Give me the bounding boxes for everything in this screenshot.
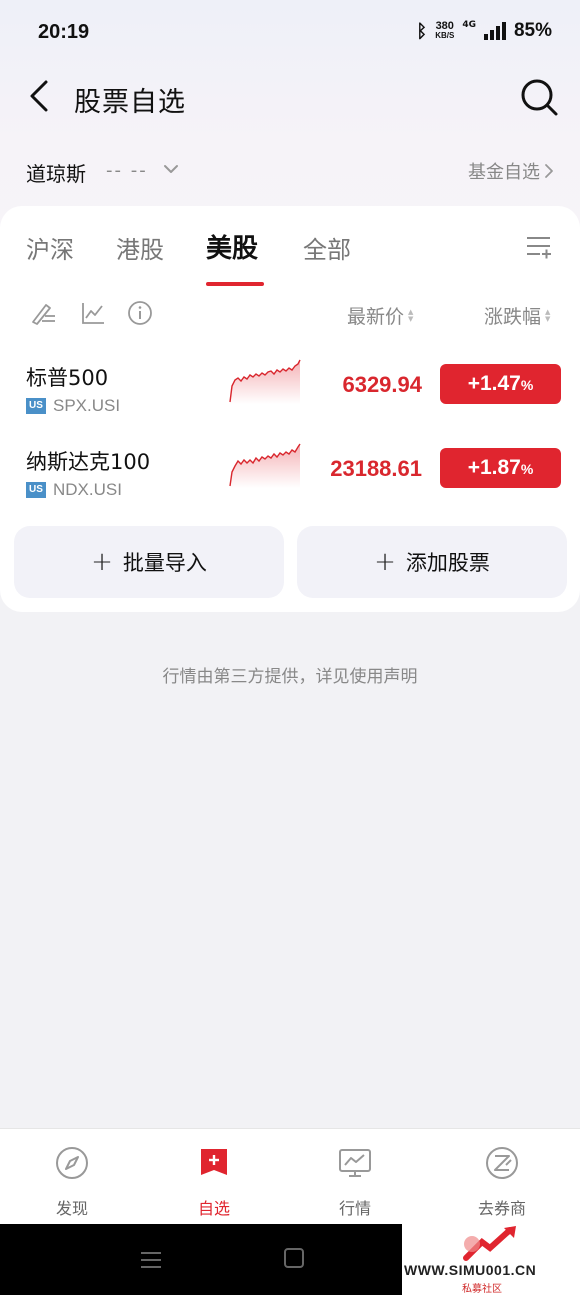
stock-code: NDX.USI — [53, 480, 122, 499]
plus-icon: + — [91, 547, 113, 577]
chevron-down-icon[interactable] — [162, 160, 180, 178]
edit-icon[interactable] — [30, 300, 56, 326]
search-icon — [521, 79, 558, 116]
speed-unit: KB/S — [435, 31, 455, 40]
bottom-tab-bar: 发现 自选 行情 去券商 — [0, 1128, 580, 1224]
tab-label: 去券商 — [477, 1199, 526, 1218]
stock-row[interactable]: 标普500 US SPX.USI 6329.94 +1.47% — [0, 354, 580, 426]
tab-ganggu[interactable]: 港股 — [116, 230, 164, 265]
tab-label: 发现 — [55, 1199, 88, 1218]
market-badge: US — [26, 482, 46, 498]
monitor-chart-icon — [339, 1149, 371, 1177]
tab-hushen[interactable]: 沪深 — [26, 230, 74, 265]
plus-icon: + — [374, 547, 396, 577]
tab-market[interactable]: 行情 — [295, 1145, 415, 1219]
watermark-logo — [463, 1226, 516, 1261]
stock-price: 6329.94 — [342, 372, 422, 397]
info-icon[interactable] — [127, 300, 153, 326]
stock-row[interactable]: 纳斯达克100 US NDX.USI 23188.61 +1.87% — [0, 438, 580, 510]
stock-code-group: US SPX.USI — [26, 396, 120, 416]
add-watchlist-icon — [201, 1149, 227, 1175]
bluetooth-icon: ᛒ — [416, 20, 428, 42]
nav-bar: 股票自选 — [0, 62, 580, 132]
tab-label: 自选 — [197, 1199, 230, 1218]
watermark-site: WWW.SIMU001.CN — [404, 1262, 537, 1278]
broker-icon — [486, 1147, 518, 1179]
index-name: 道琼斯 — [26, 162, 86, 186]
sort-icon: ▲ ▼ — [408, 307, 414, 323]
tab-discover[interactable]: 发现 — [12, 1145, 132, 1219]
signal-icon — [483, 22, 506, 40]
change-badge[interactable]: +1.87% — [440, 448, 561, 488]
group-settings-icon[interactable] — [526, 234, 552, 260]
add-stock-label: 添加股票 — [405, 551, 490, 575]
change-unit: % — [520, 377, 534, 393]
chevron-right-icon — [545, 164, 553, 178]
stock-price: 23188.61 — [330, 456, 422, 481]
add-stock-button[interactable]: + 添加股票 — [297, 526, 567, 598]
batch-import-button[interactable]: + 批量导入 — [14, 526, 284, 598]
tab-broker[interactable]: 去券商 — [442, 1145, 562, 1219]
stock-code-group: US NDX.USI — [26, 480, 122, 500]
fund-watchlist-label: 基金自选 — [468, 162, 540, 183]
battery-level: 85% — [513, 20, 552, 41]
network-type: 4G — [462, 20, 476, 30]
back-arrow-icon — [30, 80, 48, 112]
search-button[interactable] — [518, 76, 560, 118]
sparkline-chart — [229, 443, 301, 488]
index-value: -- -- — [106, 160, 148, 181]
price-column-header[interactable]: 最新价 ▲ ▼ — [347, 302, 413, 329]
system-navigation-bar: WWW.SIMU001.CN 私募社区 — [0, 1224, 580, 1295]
tab-meigu[interactable]: 美股 — [206, 228, 258, 265]
market-tabs: 沪深 港股 美股 全部 — [0, 224, 580, 286]
index-bar[interactable]: 道琼斯 -- -- 基金自选 — [0, 148, 580, 194]
back-button[interactable] — [24, 76, 60, 116]
trend-chart-icon[interactable] — [80, 300, 106, 326]
stock-name: 标普500 — [26, 366, 109, 390]
sort-icon: ▲ ▼ — [545, 307, 551, 323]
market-badge: US — [26, 398, 46, 414]
change-unit: % — [520, 461, 534, 477]
stock-code: SPX.USI — [53, 396, 121, 415]
tab-label: 行情 — [338, 1199, 371, 1218]
status-bar: 20:19 ᛒ 380 KB/S 4G 85% — [0, 8, 580, 56]
status-icons: ᛒ 380 KB/S 4G 85% — [416, 20, 552, 42]
status-time: 20:19 — [38, 21, 90, 43]
change-column-label: 涨跌幅 — [484, 306, 542, 328]
fund-watchlist-link[interactable]: 基金自选 — [468, 158, 554, 184]
price-column-label: 最新价 — [347, 306, 405, 328]
active-tab-indicator — [206, 282, 264, 286]
menu-icon[interactable] — [140, 1251, 162, 1269]
batch-import-label: 批量导入 — [122, 551, 207, 575]
network-speed: 380 KB/S — [435, 21, 454, 41]
change-value: +1.87 — [467, 456, 521, 479]
speed-value: 380 — [435, 20, 454, 32]
watchlist-card: 沪深 港股 美股 全部 最新价 ▲ ▼ 涨跌幅 ▲ ▼ 标普500 US SPX… — [0, 206, 580, 612]
change-column-header[interactable]: 涨跌幅 ▲ ▼ — [484, 302, 550, 329]
home-button[interactable] — [284, 1248, 304, 1268]
tab-all[interactable]: 全部 — [303, 230, 351, 265]
stock-name: 纳斯达克100 — [26, 450, 151, 474]
watermark: WWW.SIMU001.CN 私募社区 — [402, 1224, 580, 1295]
disclaimer-text[interactable]: 行情由第三方提供，详见使用声明 — [0, 662, 580, 687]
watermark-sub: 私募社区 — [462, 1284, 502, 1295]
page-title: 股票自选 — [74, 87, 186, 118]
change-badge[interactable]: +1.47% — [440, 364, 561, 404]
change-value: +1.47 — [467, 372, 521, 395]
list-toolbar: 最新价 ▲ ▼ 涨跌幅 ▲ ▼ — [0, 298, 580, 330]
compass-icon — [56, 1147, 88, 1179]
sparkline-chart — [229, 359, 301, 404]
tab-watchlist[interactable]: 自选 — [154, 1145, 274, 1219]
